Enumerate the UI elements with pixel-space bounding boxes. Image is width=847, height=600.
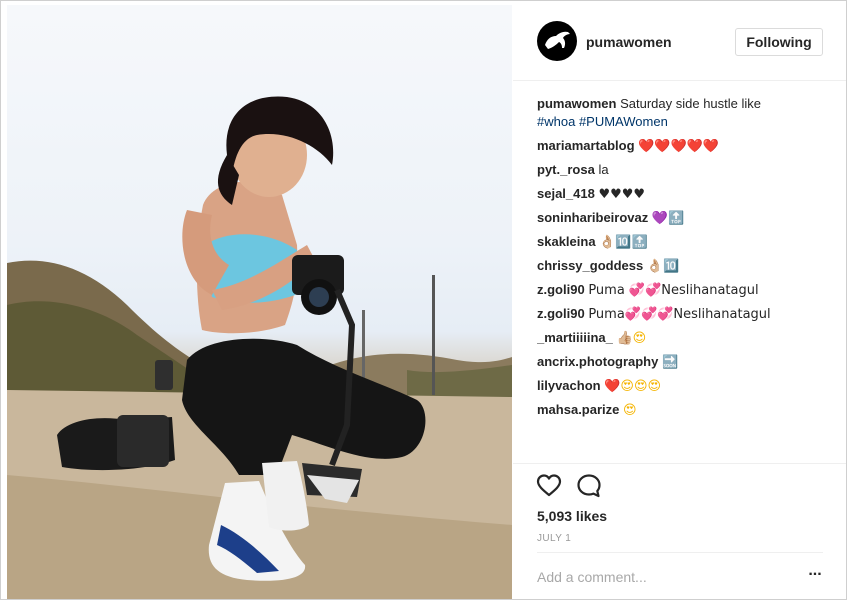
- comment-item: ancrix.photography 🔜: [537, 353, 827, 377]
- comment-username[interactable]: mariamartablog: [537, 138, 635, 153]
- comment-username[interactable]: soninharibeirovaz: [537, 210, 648, 225]
- comment-text: 🔜: [661, 355, 679, 370]
- hashtag-link[interactable]: #PUMAWomen: [579, 114, 668, 129]
- comment-username[interactable]: chrissy_goddess: [537, 258, 643, 273]
- comment-username[interactable]: _martiiiiina_: [537, 330, 613, 345]
- comment-item: skakleina 👌🏼🔟🔝: [537, 233, 827, 257]
- comment-text: 👌🏼🔟🔝: [599, 235, 648, 250]
- comment-text: la: [598, 162, 609, 177]
- comment-item: mariamartablog ❤️❤️❤️❤️❤️: [537, 137, 827, 161]
- comment-text: Puma💞💞💞Neslihanatagul: [588, 307, 771, 322]
- comment-item: pyt._rosa la: [537, 161, 827, 185]
- caption-username[interactable]: pumawomen: [537, 96, 616, 111]
- post-photo[interactable]: [7, 5, 512, 599]
- header-username[interactable]: pumawomen: [586, 34, 672, 50]
- post-date: JULY 1: [537, 533, 572, 544]
- comment-text: 😍: [623, 403, 637, 418]
- speech-bubble-icon[interactable]: [575, 472, 603, 500]
- post-header: pumawomen Following: [513, 5, 846, 81]
- comment-username[interactable]: ancrix.photography: [537, 354, 658, 369]
- comment-item: z.goli90 Puma 💞💞Neslihanatagul: [537, 281, 827, 305]
- puma-logo-icon: [545, 31, 570, 49]
- comment-text: 👍🏼😍: [616, 331, 647, 346]
- comment-username[interactable]: z.goli90: [537, 282, 585, 297]
- comments-list: pumawomen Saturday side hustle like #who…: [537, 95, 827, 455]
- comment-username[interactable]: mahsa.parize: [537, 402, 619, 417]
- add-comment-bar: ...: [537, 552, 823, 598]
- add-comment-input[interactable]: [537, 567, 777, 587]
- comment-item: chrissy_goddess 👌🏼🔟: [537, 257, 827, 281]
- comment-item: mahsa.parize 😍: [537, 401, 827, 425]
- comment-username[interactable]: lilyvachon: [537, 378, 601, 393]
- comment-item: _martiiiiina_ 👍🏼😍: [537, 329, 827, 353]
- post-side-panel: pumawomen Following pumawomen Saturday s…: [513, 5, 846, 599]
- comment-text: ❤️❤️❤️❤️❤️: [638, 139, 720, 154]
- comment-username[interactable]: z.goli90: [537, 306, 585, 321]
- likes-count[interactable]: 5,093 likes: [537, 508, 607, 524]
- comment-item: lilyvachon ❤️😍😍😍: [537, 377, 827, 401]
- caption-text: Saturday side hustle like: [620, 96, 762, 111]
- following-button[interactable]: Following: [735, 28, 823, 56]
- profile-avatar[interactable]: [537, 21, 577, 61]
- post-caption: pumawomen Saturday side hustle like #who…: [537, 95, 827, 131]
- comment-username[interactable]: sejal_418: [537, 186, 595, 201]
- comment-item: soninharibeirovaz 💜🔝: [537, 209, 827, 233]
- comment-username[interactable]: skakleina: [537, 234, 596, 249]
- ellipsis-icon[interactable]: ...: [805, 563, 825, 585]
- comment-text: ♥♥♥♥: [598, 187, 646, 202]
- comment-text: 💜🔝: [651, 211, 685, 226]
- comment-text: ❤️😍😍😍: [604, 379, 662, 394]
- comment-text: 👌🏼🔟: [646, 259, 680, 274]
- comment-username[interactable]: pyt._rosa: [537, 162, 595, 177]
- comment-item: z.goli90 Puma💞💞💞Neslihanatagul: [537, 305, 827, 329]
- hashtag-link[interactable]: #whoa: [537, 114, 575, 129]
- instagram-post-window: pumawomen Following pumawomen Saturday s…: [0, 0, 847, 600]
- heart-outline-icon[interactable]: [535, 472, 563, 500]
- comment-item: sejal_418 ♥♥♥♥: [537, 185, 827, 209]
- photo-illustration: [7, 96, 512, 599]
- comment-text: Puma 💞💞Neslihanatagul: [588, 283, 759, 298]
- post-actions: 5,093 likes JULY 1 ...: [513, 463, 846, 599]
